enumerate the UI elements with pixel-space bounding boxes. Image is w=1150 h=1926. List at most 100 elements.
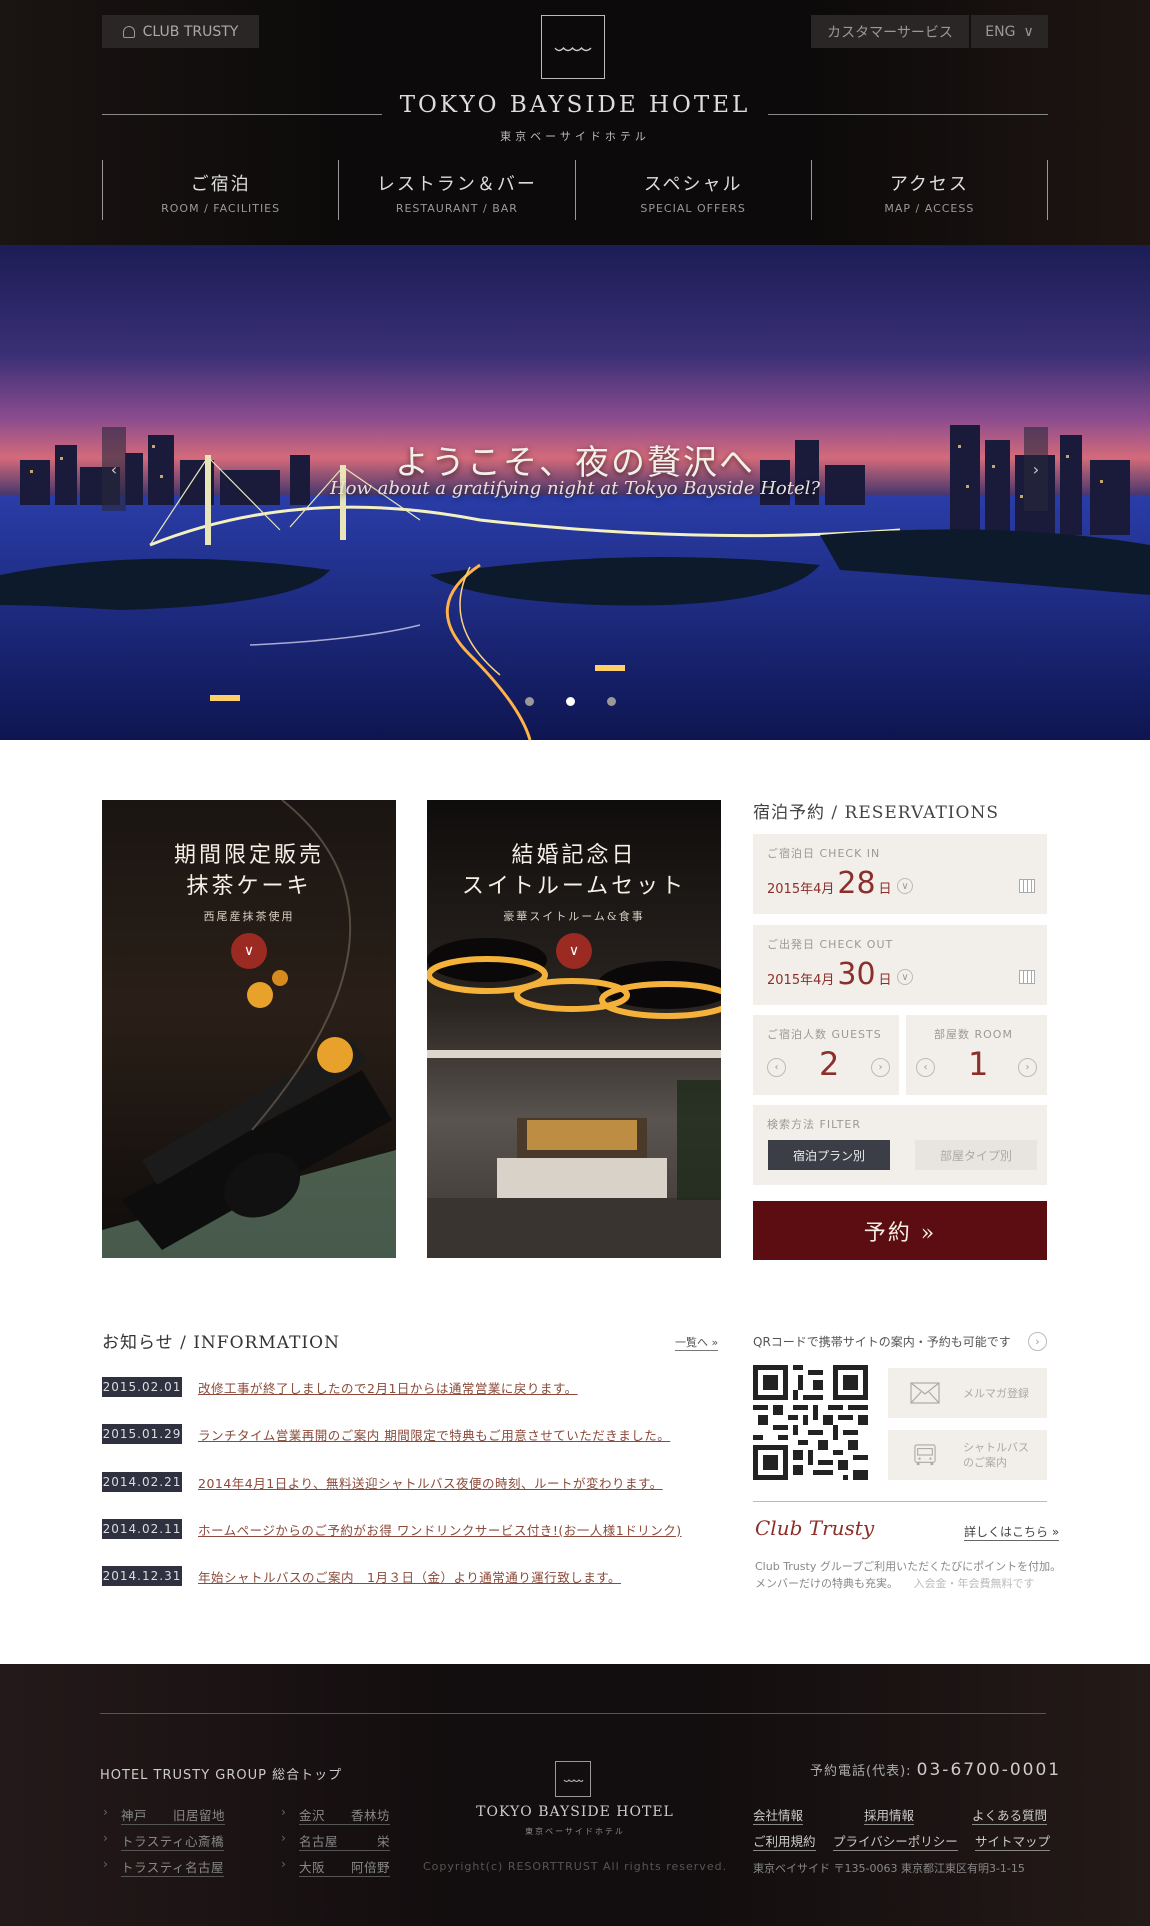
nav-label-jp: アクセス — [889, 174, 969, 195]
slider-dots — [525, 697, 616, 706]
promo-subtitle: 豪華スイトルーム&食事 — [503, 910, 645, 923]
filter-by-plan-button[interactable]: 宿泊プラン別 — [768, 1140, 890, 1170]
wave-logo-icon — [563, 1779, 584, 1782]
shuttle-bus-button[interactable]: シャトルバス のご案内 — [888, 1430, 1047, 1480]
club-trusty-title: Club Trusty — [755, 1516, 875, 1540]
news-item[interactable]: 2014.02.21 2014年4月1日より、無料送迎シャトルバス夜便の時刻、ル… — [102, 1472, 663, 1492]
nav-label-en: RESTAURANT / BAR — [395, 202, 518, 215]
checkin-year-month: 2015年4月 — [767, 882, 835, 897]
nav-label-jp: レストラン＆バー — [376, 174, 537, 195]
chevron-right-icon: › — [1032, 459, 1040, 479]
promo-card-matcha[interactable]: 期間限定販売 抹茶ケーキ 西尾産抹茶使用 ∨ — [102, 800, 396, 1258]
hero-next-button[interactable]: › — [1024, 427, 1048, 511]
filter-by-room-type-button[interactable]: 部屋タイプ別 — [915, 1140, 1037, 1170]
news-item[interactable]: 2014.12.31 年始シャトルバスのご案内 1月３日（金）より通常通り運行致… — [102, 1566, 621, 1586]
wave-logo-icon — [554, 46, 592, 52]
promo-open-button[interactable]: ∨ — [231, 933, 267, 969]
checkout-date: 2015年4月 30 日 — [767, 957, 892, 992]
phone-number[interactable]: 03-6700-0001 — [917, 1760, 1061, 1780]
filter-field: 検索方法 FILTER 宿泊プラン別 部屋タイプ別 — [753, 1105, 1047, 1185]
reservation-heading: 宿泊予約 / RESERVATIONS — [753, 803, 999, 823]
news-date: 2015.02.01 — [102, 1377, 182, 1397]
reserve-button[interactable]: 予約 » — [753, 1201, 1047, 1260]
qr-description: QRコードで携帯サイトの案内・予約も可能です — [753, 1335, 1011, 1349]
checkin-day-suffix: 日 — [878, 882, 892, 897]
group-top-link[interactable]: HOTEL TRUSTY GROUP 総合トップ — [100, 1764, 342, 1783]
site-footer: HOTEL TRUSTY GROUP 総合トップ 神戸 旧居留地 トラスティ心斎… — [0, 1664, 1150, 1926]
club-desc-free: 入会金・年会費無料です — [913, 1577, 1035, 1590]
rooms-label: 部屋数 ROOM — [934, 1028, 1013, 1041]
terms-link[interactable]: ご利用規約 — [753, 1831, 816, 1851]
filter-label: 検索方法 FILTER — [767, 1118, 861, 1131]
checkin-day: 28 — [837, 866, 876, 901]
company-info-link[interactable]: 会社情報 — [753, 1805, 804, 1825]
club-desc-line1: Club Trusty グループご利用いただくたびにポイントを付加。 — [755, 1560, 1062, 1573]
chevron-down-icon[interactable]: ∨ — [897, 969, 913, 985]
nav-item-special[interactable]: スペシャル SPECIAL OFFERS — [574, 160, 811, 220]
customer-service-button[interactable]: カスタマーサービス — [811, 15, 969, 48]
checkout-year-month: 2015年4月 — [767, 973, 835, 988]
nav-label-jp: スペシャル — [643, 174, 743, 195]
slider-dot-active[interactable] — [566, 697, 575, 706]
faq-link[interactable]: よくある質問 — [972, 1805, 1048, 1825]
bus-icon — [914, 1444, 936, 1466]
slider-dot[interactable] — [607, 697, 616, 706]
rooms-stepper: 部屋数 ROOM ‹ 1 › — [906, 1015, 1047, 1095]
club-trusty-description: Club Trusty グループご利用いただくたびにポイントを付加。 メンバーだ… — [755, 1558, 1061, 1592]
checkin-field[interactable]: ご宿泊日 CHECK IN 2015年4月 28 日 ∨ — [753, 834, 1047, 914]
slider-dot[interactable] — [525, 697, 534, 706]
club-trusty-button[interactable]: CLUB TRUSTY — [102, 15, 259, 48]
careers-link[interactable]: 採用情報 — [864, 1805, 915, 1825]
privacy-policy-link[interactable]: プライバシーポリシー — [833, 1831, 958, 1851]
chevron-down-icon[interactable]: ∨ — [897, 878, 913, 894]
club-trusty-more-link[interactable]: 詳しくはこちら » — [964, 1523, 1060, 1541]
promo-card-suite[interactable]: 結婚記念日 スイトルームセット 豪華スイトルーム&食事 ∨ — [427, 800, 721, 1258]
nav-item-rooms[interactable]: ご宿泊 ROOM / FACILITIES — [102, 160, 338, 220]
hero-prev-button[interactable]: ‹ — [102, 427, 126, 511]
nav-label-en: ROOM / FACILITIES — [161, 202, 281, 215]
nav-item-access[interactable]: アクセス MAP / ACCESS — [810, 160, 1048, 220]
address: 東京ベイサイド 〒135-0063 東京都江東区有明3-1-15 — [753, 1862, 1025, 1875]
news-link[interactable]: ランチタイム営業再開のご案内 期間限定で特典もご用意させていただきました。 — [198, 1425, 670, 1444]
news-link[interactable]: ホームページからのご予約がお得 ワンドリンクサービス付き!(お一人様1ドリンク) — [198, 1520, 682, 1539]
promo-title-line1: 結婚記念日 — [511, 843, 637, 868]
footer-logo[interactable] — [555, 1761, 591, 1797]
checkout-field[interactable]: ご出発日 CHECK OUT 2015年4月 30 日 ∨ — [753, 925, 1047, 1005]
promo-open-button[interactable]: ∨ — [556, 933, 592, 969]
information-more-link[interactable]: 一覧へ » — [675, 1334, 719, 1351]
user-icon — [122, 25, 135, 38]
club-divider — [753, 1501, 1047, 1502]
promo-subtitle: 西尾産抹茶使用 — [203, 910, 295, 923]
news-item[interactable]: 2014.02.11 ホームページからのご予約がお得 ワンドリンクサービス付き!… — [102, 1519, 682, 1539]
guests-value: 2 — [819, 1045, 840, 1083]
guests-label: ご宿泊人数 GUESTS — [767, 1028, 882, 1041]
mail-icon — [910, 1382, 940, 1404]
decrement-icon[interactable]: ‹ — [767, 1058, 786, 1077]
chevron-left-icon: ‹ — [110, 459, 118, 479]
decrement-icon[interactable]: ‹ — [916, 1058, 935, 1077]
calendar-icon[interactable] — [1019, 970, 1035, 984]
hero-slider: ようこそ、夜の贅沢へ How about a gratifying night … — [0, 245, 1150, 740]
newsletter-label: メルマガ登録 — [963, 1386, 1029, 1400]
increment-icon[interactable]: › — [1018, 1058, 1037, 1077]
sitemap-link[interactable]: サイトマップ — [975, 1831, 1051, 1851]
news-link[interactable]: 年始シャトルバスのご案内 1月３日（金）より通常通り運行致します。 — [198, 1567, 621, 1586]
hero-title: ようこそ、夜の贅沢へ — [395, 443, 755, 483]
language-select[interactable]: ENG ∨ — [971, 15, 1048, 48]
site-header: CLUB TRUSTY TOKYO BAYSIDE HOTEL 東京ベーサイドホ… — [0, 0, 1150, 245]
news-link[interactable]: 2014年4月1日より、無料送迎シャトルバス夜便の時刻、ルートが変わります。 — [198, 1473, 663, 1492]
chevron-right-icon[interactable]: › — [1028, 1332, 1047, 1351]
hotel-name-jp: 東京ベーサイドホテル — [500, 130, 650, 143]
news-item[interactable]: 2015.02.01 改修工事が終了しましたので2月1日からは通常営業に戻ります… — [102, 1377, 578, 1397]
increment-icon[interactable]: › — [871, 1058, 890, 1077]
phone-label: 予約電話(代表): — [810, 1764, 912, 1779]
shuttle-bus-label-line2: のご案内 — [963, 1456, 1007, 1469]
checkout-label: ご出発日 CHECK OUT — [767, 938, 894, 951]
calendar-icon[interactable] — [1019, 879, 1035, 893]
chevron-down-icon: ∨ — [1023, 23, 1034, 40]
newsletter-button[interactable]: メルマガ登録 — [888, 1368, 1047, 1418]
news-link[interactable]: 改修工事が終了しましたので2月1日からは通常営業に戻ります。 — [198, 1378, 578, 1397]
hotel-logo[interactable] — [541, 15, 605, 79]
nav-item-restaurant[interactable]: レストラン＆バー RESTAURANT / BAR — [338, 160, 574, 220]
news-item[interactable]: 2015.01.29 ランチタイム営業再開のご案内 期間限定で特典もご用意させて… — [102, 1424, 670, 1444]
